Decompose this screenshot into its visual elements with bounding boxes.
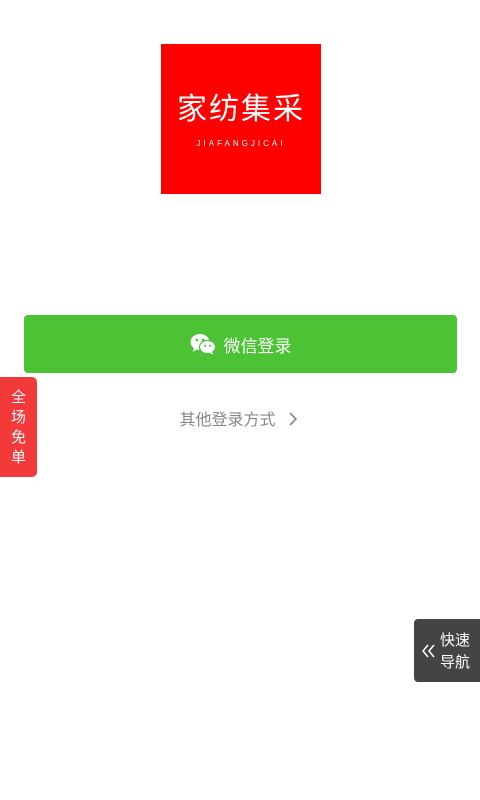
badge-char: 场 — [10, 408, 26, 426]
free-order-badge[interactable]: 全 场 免 单 — [0, 377, 37, 477]
quick-nav-line1: 快速 — [440, 630, 471, 649]
badge-char: 免 — [10, 428, 26, 446]
chevron-right-icon — [288, 412, 297, 426]
wechat-login-button[interactable]: 微信登录 — [24, 315, 457, 373]
other-login-link[interactable]: 其他登录方式 — [0, 406, 480, 430]
badge-char: 单 — [10, 448, 26, 466]
wechat-login-label: 微信登录 — [223, 336, 292, 357]
other-login-label: 其他登录方式 — [179, 410, 276, 429]
quick-nav-label: 快速 导航 — [440, 629, 470, 673]
quick-nav-line2: 导航 — [440, 652, 471, 671]
quick-nav-button[interactable]: 快速 导航 — [414, 619, 480, 682]
logo-english-text: JIAFANGJICAI — [196, 138, 286, 148]
wechat-icon — [190, 334, 216, 355]
double-chevron-left-icon — [422, 644, 435, 657]
brand-logo: 家纺集采 JIAFANGJICAI — [161, 44, 321, 194]
badge-char: 全 — [10, 388, 26, 406]
login-page: 家纺集采 JIAFANGJICAI 微信登录 其他登录方式 全 场 免 单 快速… — [0, 0, 480, 800]
logo-chinese-text: 家纺集采 — [177, 91, 305, 127]
